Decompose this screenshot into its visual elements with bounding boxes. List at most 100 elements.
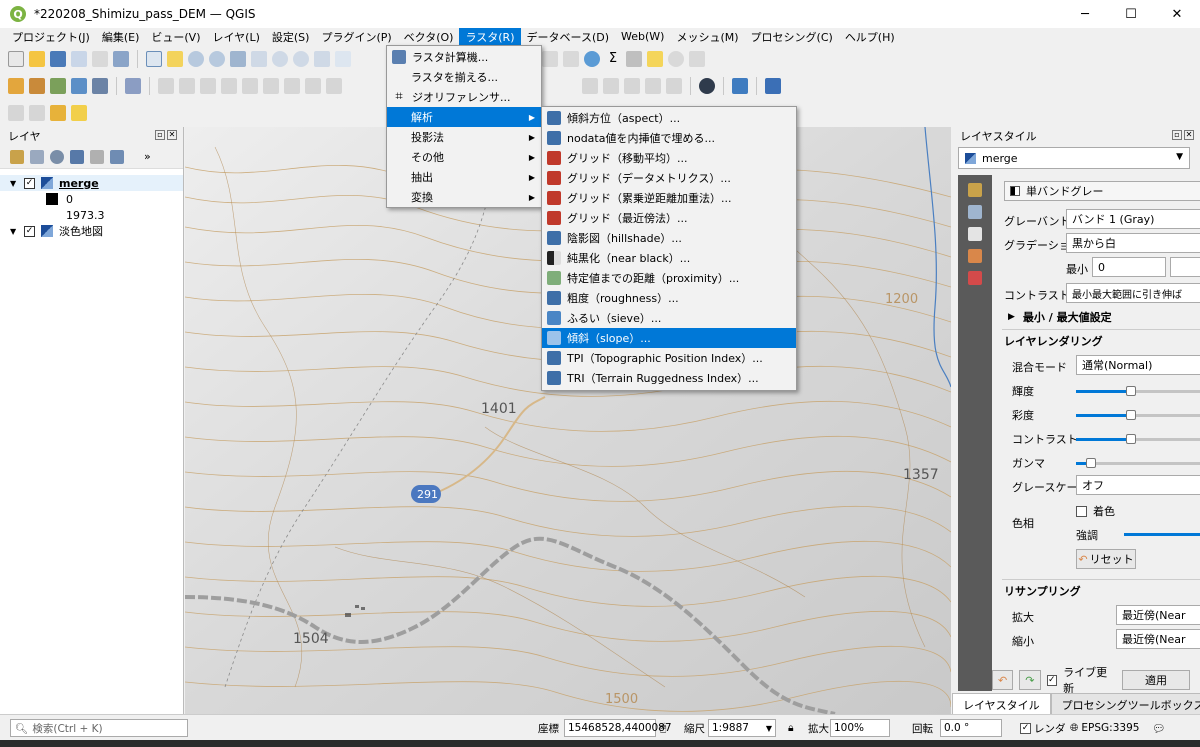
text-annotation-icon[interactable] xyxy=(689,51,705,67)
python-console-icon[interactable] xyxy=(732,78,748,94)
menu-item-grid-idw[interactable]: グリッド（累乗逆距離加重法）... xyxy=(542,188,796,208)
menu-item-georeferencer[interactable]: ⌗ ジオリファレンサ... xyxy=(387,87,541,107)
colorize-checkbox-row[interactable]: 着色 xyxy=(1076,503,1115,519)
strength-slider-fill[interactable] xyxy=(1124,533,1200,536)
filter-expression-icon[interactable] xyxy=(90,149,104,164)
minmax-settings-toggle[interactable]: ▶ 最小 / 最大値設定 xyxy=(1008,309,1112,325)
layer-row-tanshoku[interactable]: ▼ ✓ 淡色地図 xyxy=(0,223,183,239)
saturation-slider-handle[interactable] xyxy=(1126,410,1136,420)
coordinate-toggle-icon[interactable]: 🖱︎ xyxy=(660,719,666,737)
label-tool-icon[interactable] xyxy=(582,78,598,94)
gray-band-select[interactable]: バンド 1 (Gray) xyxy=(1066,209,1200,229)
more-tools-icon[interactable]: » xyxy=(144,150,151,163)
apply-button[interactable]: 適用 xyxy=(1122,670,1190,690)
tab-layer-styling[interactable]: レイヤスタイル xyxy=(952,693,1051,714)
rotation-spinbox[interactable]: 0.0 ° xyxy=(940,719,1002,737)
layer-visibility-checkbox[interactable]: ✓ xyxy=(24,177,35,189)
blend-mode-select[interactable]: 通常(Normal) xyxy=(1076,355,1200,375)
live-update-checkbox[interactable]: ✓ xyxy=(1046,674,1058,686)
contrast-select[interactable]: 最小最大範囲に引き伸ば xyxy=(1066,283,1200,303)
gradient-select[interactable]: 黒から白 xyxy=(1066,233,1200,253)
print-layout-icon[interactable] xyxy=(92,51,108,67)
processing-toolbox-icon[interactable] xyxy=(584,51,600,67)
menu-item-sieve[interactable]: ふるい（sieve）... xyxy=(542,308,796,328)
grayscale-select[interactable]: オフ xyxy=(1076,475,1200,495)
collapse-arrow-icon[interactable]: ▼ xyxy=(10,227,20,236)
transparency-tab-icon[interactable] xyxy=(968,205,982,219)
toggle-editing-icon[interactable] xyxy=(179,78,195,94)
close-panel-icon[interactable]: ✕ xyxy=(1184,130,1194,140)
menu-item-projections[interactable]: 投影法 ▶ xyxy=(387,127,541,147)
locator-search-input[interactable]: 🔍︎ 検索(Ctrl + K) xyxy=(10,719,188,737)
render-toggle[interactable]: ✓ レンダ xyxy=(1020,719,1066,737)
menu-item-roughness[interactable]: 粗度（roughness）... xyxy=(542,288,796,308)
zoom-in-icon[interactable] xyxy=(188,51,204,67)
float-panel-icon[interactable]: ▫ xyxy=(1172,130,1182,140)
refresh-icon[interactable] xyxy=(335,51,351,67)
save-as-icon[interactable] xyxy=(71,51,87,67)
zoom-out-resample-select[interactable]: 最近傍(Near xyxy=(1116,629,1200,649)
menu-item-grid-nearest[interactable]: グリッド（最近傍法）... xyxy=(542,208,796,228)
menu-item-fill-nodata[interactable]: nodata値を内挿値で埋める... xyxy=(542,128,796,148)
max-value-input[interactable] xyxy=(1170,257,1200,277)
menu-item-slope[interactable]: 傾斜（slope）... xyxy=(542,328,796,348)
select-by-expression-icon[interactable] xyxy=(71,105,87,121)
menu-item-align-rasters[interactable]: ラスタを揃える... xyxy=(387,67,541,87)
vertex-tool-icon[interactable] xyxy=(242,78,258,94)
menu-item-analysis[interactable]: 解析 ▶ xyxy=(387,107,541,127)
layer-selector[interactable]: merge ▼ xyxy=(958,147,1190,169)
zoom-layer-icon[interactable] xyxy=(251,51,267,67)
menu-item-raster-calculator[interactable]: ラスタ計算機... xyxy=(387,47,541,67)
menu-item-aspect[interactable]: 傾斜方位（aspect）... xyxy=(542,108,796,128)
render-checkbox[interactable]: ✓ xyxy=(1020,722,1031,734)
zoom-full-icon[interactable] xyxy=(230,51,246,67)
expand-all-icon[interactable] xyxy=(110,149,124,164)
close-panel-icon[interactable]: ✕ xyxy=(167,130,177,140)
decorations-icon[interactable] xyxy=(668,51,684,67)
min-value-input[interactable]: 0 xyxy=(1092,257,1166,277)
minimize-button[interactable]: ─ xyxy=(1062,0,1108,28)
zoom-selection-icon[interactable] xyxy=(272,51,288,67)
gamma-slider-handle[interactable] xyxy=(1086,458,1096,468)
history-tab-icon[interactable] xyxy=(968,271,982,285)
lock-scale-icon[interactable]: 🔒︎ xyxy=(788,719,794,737)
brightness-slider-handle[interactable] xyxy=(1126,386,1136,396)
undo-style-icon[interactable]: ↶ xyxy=(992,670,1014,690)
layer-row-merge[interactable]: ▼ ✓ merge xyxy=(0,175,183,191)
open-styling-icon[interactable] xyxy=(10,149,24,164)
manage-map-themes-icon[interactable] xyxy=(50,149,64,164)
copy-features-icon[interactable] xyxy=(305,78,321,94)
menu-settings[interactable]: 設定(S) xyxy=(266,28,316,47)
open-project-icon[interactable] xyxy=(29,51,45,67)
layer-visibility-checkbox[interactable]: ✓ xyxy=(24,225,35,237)
menu-item-hillshade[interactable]: 陰影図（hillshade）... xyxy=(542,228,796,248)
crs-button[interactable]: 🌐︎ EPSG:3395 xyxy=(1070,719,1139,737)
select-features-icon[interactable] xyxy=(50,105,66,121)
add-group-icon[interactable] xyxy=(30,149,44,164)
add-spatialite-icon[interactable] xyxy=(71,78,87,94)
menu-plugins[interactable]: プラグイン(P) xyxy=(315,28,397,47)
zoom-out-icon[interactable] xyxy=(209,51,225,67)
show-labels-icon[interactable] xyxy=(624,78,640,94)
contrast-slider-handle[interactable] xyxy=(1126,434,1136,444)
zoom-next-icon[interactable] xyxy=(314,51,330,67)
filter-legend-icon[interactable] xyxy=(70,149,84,164)
menu-item-tpi[interactable]: TPI（Topographic Position Index）... xyxy=(542,348,796,368)
menu-item-grid-moving-average[interactable]: グリッド（移動平均）... xyxy=(542,148,796,168)
menu-processing[interactable]: プロセシング(C) xyxy=(745,28,839,47)
zoom-last-icon[interactable] xyxy=(293,51,309,67)
cut-features-icon[interactable] xyxy=(284,78,300,94)
pan-to-selection-icon[interactable] xyxy=(167,51,183,67)
add-csv-icon[interactable] xyxy=(50,78,66,94)
rendering-tab-icon[interactable] xyxy=(968,249,982,263)
magnifier-spinbox[interactable]: 100% xyxy=(830,719,890,737)
menu-vector[interactable]: ベクタ(O) xyxy=(398,28,460,47)
reset-button[interactable]: ↶ リセット xyxy=(1076,549,1136,569)
menu-help[interactable]: ヘルプ(H) xyxy=(839,28,901,47)
collapse-arrow-icon[interactable]: ▼ xyxy=(10,179,20,188)
attribute-table-icon[interactable] xyxy=(542,51,558,67)
menu-database[interactable]: データベース(D) xyxy=(521,28,616,47)
help-icon[interactable] xyxy=(765,78,781,94)
menu-mesh[interactable]: メッシュ(M) xyxy=(670,28,744,47)
menu-layer[interactable]: レイヤ(L) xyxy=(206,28,265,47)
